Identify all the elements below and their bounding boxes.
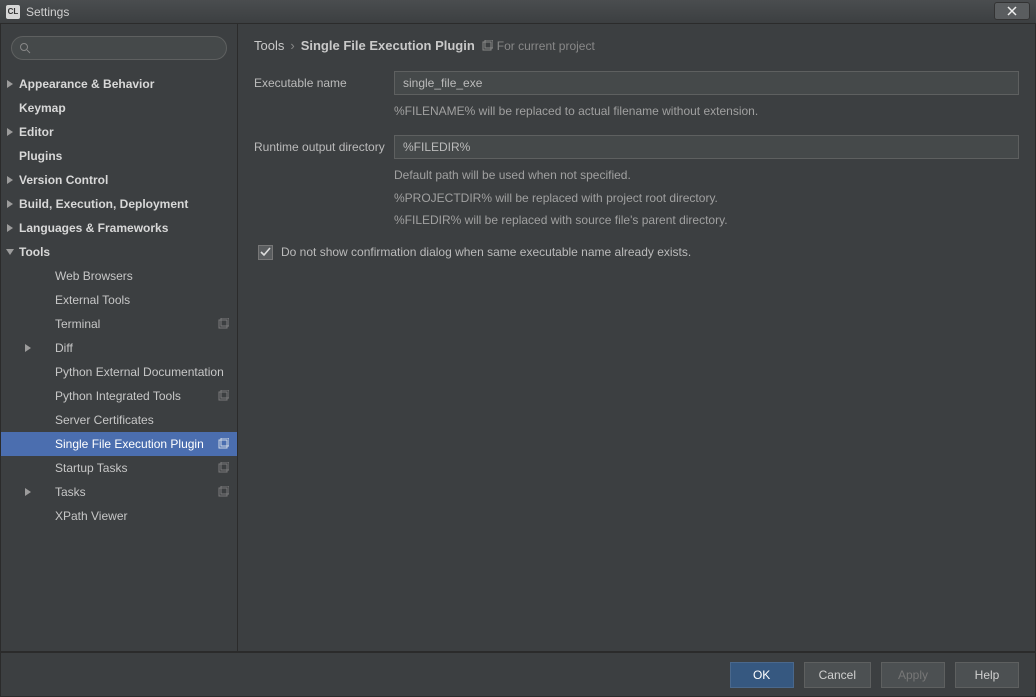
- executable-name-hint: %FILENAME% will be replaced to actual fi…: [394, 101, 1019, 121]
- sidebar-item-label: Tasks: [37, 485, 86, 499]
- sidebar-item-label: Single File Execution Plugin: [55, 437, 204, 451]
- caret-right-icon: [5, 127, 15, 137]
- cancel-label: Cancel: [819, 668, 856, 682]
- sidebar-item-label: Diff: [37, 341, 73, 355]
- sidebar-item-tools[interactable]: Tools: [1, 240, 237, 264]
- search-input[interactable]: [11, 36, 227, 60]
- window-title: Settings: [26, 5, 69, 19]
- ok-button[interactable]: OK: [730, 662, 794, 688]
- sidebar-item-label: Version Control: [19, 173, 108, 187]
- caret-right-icon: [5, 223, 15, 233]
- sidebar-item-diff[interactable]: Diff: [1, 336, 237, 360]
- apply-button[interactable]: Apply: [881, 662, 945, 688]
- caret-right-icon: [5, 199, 15, 209]
- caret-down-icon: [5, 247, 15, 257]
- sidebar-item-label: Python External Documentation: [55, 365, 224, 379]
- sidebar-item-label: Server Certificates: [55, 413, 154, 427]
- breadcrumb-separator: ›: [290, 38, 294, 53]
- runtime-hint-3: %FILEDIR% will be replaced with source f…: [394, 210, 1019, 230]
- sidebar-item-terminal[interactable]: Terminal: [1, 312, 237, 336]
- project-scope-icon: [217, 438, 229, 450]
- project-scope-icon: [217, 318, 229, 330]
- breadcrumb-scope: For current project: [481, 39, 595, 53]
- project-scope-icon: [217, 462, 229, 474]
- caret-right-icon: [23, 487, 33, 497]
- caret-right-icon: [5, 175, 15, 185]
- sidebar-item-xpath[interactable]: XPath Viewer: [1, 504, 237, 528]
- sidebar-item-label: Terminal: [55, 317, 100, 331]
- sidebar-item-label: External Tools: [55, 293, 130, 307]
- sidebar-item-py-ext-doc[interactable]: Python External Documentation: [1, 360, 237, 384]
- settings-tree: Appearance & Behavior Keymap Editor Plug…: [1, 68, 237, 528]
- sidebar-item-py-int-tools[interactable]: Python Integrated Tools: [1, 384, 237, 408]
- sidebar: Appearance & Behavior Keymap Editor Plug…: [1, 24, 238, 651]
- check-icon: [260, 247, 271, 258]
- sidebar-item-build[interactable]: Build, Execution, Deployment: [1, 192, 237, 216]
- runtime-hint-1: Default path will be used when not speci…: [394, 165, 1019, 185]
- apply-label: Apply: [898, 668, 928, 682]
- runtime-hint-2: %PROJECTDIR% will be replaced with proje…: [394, 188, 1019, 208]
- close-icon: [1007, 6, 1017, 16]
- sidebar-item-label: Python Integrated Tools: [55, 389, 181, 403]
- sidebar-item-label: Editor: [19, 125, 54, 139]
- sidebar-item-label: Tools: [19, 245, 50, 259]
- executable-name-input[interactable]: [394, 71, 1019, 95]
- sidebar-item-plugins[interactable]: Plugins: [1, 144, 237, 168]
- sidebar-item-lang[interactable]: Languages & Frameworks: [1, 216, 237, 240]
- breadcrumb-scope-label: For current project: [497, 39, 595, 53]
- runtime-dir-input[interactable]: [394, 135, 1019, 159]
- app-icon: CL: [6, 5, 20, 19]
- sidebar-item-editor[interactable]: Editor: [1, 120, 237, 144]
- sidebar-item-single-file-exec[interactable]: Single File Execution Plugin: [1, 432, 237, 456]
- search-icon: [19, 42, 31, 54]
- sidebar-item-label: Web Browsers: [55, 269, 133, 283]
- help-label: Help: [975, 668, 1000, 682]
- ok-label: OK: [753, 668, 770, 682]
- sidebar-item-server-certs[interactable]: Server Certificates: [1, 408, 237, 432]
- executable-name-label: Executable name: [254, 76, 394, 90]
- caret-right-icon: [5, 79, 15, 89]
- suppress-confirm-checkbox[interactable]: [258, 245, 273, 260]
- sidebar-item-external-tools[interactable]: External Tools: [1, 288, 237, 312]
- suppress-confirm-label: Do not show confirmation dialog when sam…: [281, 245, 691, 259]
- help-button[interactable]: Help: [955, 662, 1019, 688]
- runtime-dir-label: Runtime output directory: [254, 140, 394, 154]
- sidebar-item-label: Appearance & Behavior: [19, 77, 154, 91]
- main-panel: Tools › Single File Execution Plugin For…: [238, 24, 1035, 651]
- sidebar-item-label: Startup Tasks: [55, 461, 127, 475]
- sidebar-item-label: Keymap: [19, 101, 66, 115]
- sidebar-item-startup-tasks[interactable]: Startup Tasks: [1, 456, 237, 480]
- sidebar-item-web-browsers[interactable]: Web Browsers: [1, 264, 237, 288]
- sidebar-item-keymap[interactable]: Keymap: [1, 96, 237, 120]
- sidebar-item-tasks[interactable]: Tasks: [1, 480, 237, 504]
- sidebar-item-label: Build, Execution, Deployment: [19, 197, 188, 211]
- titlebar: CL Settings: [0, 0, 1036, 24]
- breadcrumb-root[interactable]: Tools: [254, 38, 284, 53]
- project-scope-icon: [481, 40, 493, 52]
- sidebar-item-label: XPath Viewer: [55, 509, 128, 523]
- caret-right-icon: [23, 343, 33, 353]
- sidebar-item-label: Plugins: [19, 149, 62, 163]
- close-button[interactable]: [994, 2, 1030, 20]
- project-scope-icon: [217, 486, 229, 498]
- cancel-button[interactable]: Cancel: [804, 662, 871, 688]
- sidebar-item-appearance[interactable]: Appearance & Behavior: [1, 72, 237, 96]
- project-scope-icon: [217, 390, 229, 402]
- dialog-footer: OK Cancel Apply Help: [0, 652, 1036, 697]
- sidebar-item-label: Languages & Frameworks: [19, 221, 168, 235]
- breadcrumb-current: Single File Execution Plugin: [301, 38, 475, 53]
- breadcrumb: Tools › Single File Execution Plugin For…: [254, 38, 1019, 53]
- sidebar-item-vcs[interactable]: Version Control: [1, 168, 237, 192]
